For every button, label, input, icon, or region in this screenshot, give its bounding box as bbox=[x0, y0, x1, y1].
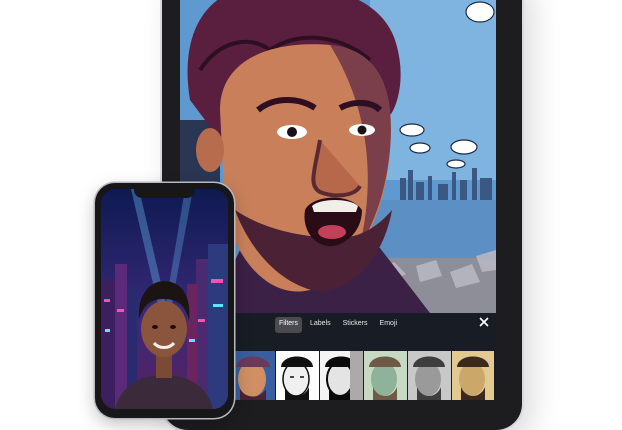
iphone-notch bbox=[134, 189, 195, 198]
iphone-screen bbox=[101, 189, 228, 409]
tab-labels[interactable]: Labels bbox=[306, 317, 335, 333]
filter-thumbnail[interactable] bbox=[408, 351, 451, 400]
filter-thumbnail[interactable] bbox=[364, 351, 407, 400]
tab-filters[interactable]: Filters bbox=[274, 317, 302, 333]
tab-emoji[interactable]: Emoji bbox=[376, 317, 402, 333]
filter-thumbnail[interactable] bbox=[320, 351, 363, 400]
tab-stickers[interactable]: Stickers bbox=[339, 317, 372, 333]
filter-thumbnail-strip[interactable] bbox=[232, 351, 494, 400]
neon-city-selfie bbox=[101, 189, 228, 409]
filter-thumbnail[interactable] bbox=[276, 351, 319, 400]
close-icon[interactable] bbox=[478, 316, 490, 328]
filter-thumbnail[interactable] bbox=[232, 351, 275, 400]
filter-thumbnail[interactable] bbox=[452, 351, 494, 400]
